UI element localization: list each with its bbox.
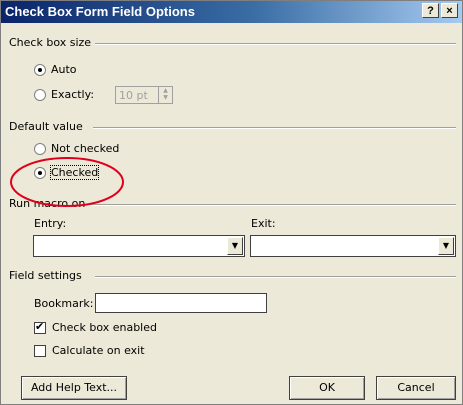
calculate-on-exit-option[interactable]: Calculate on exit — [34, 344, 145, 357]
dropdown-arrow-icon[interactable]: ▼ — [438, 237, 454, 255]
radio-button[interactable] — [34, 142, 46, 155]
checkbox[interactable] — [34, 344, 46, 357]
ok-button[interactable]: OK — [289, 376, 365, 400]
divider — [93, 127, 456, 129]
calculate-on-exit-label: Calculate on exit — [52, 344, 145, 357]
exactly-size-spinner[interactable]: 10 pt ▲ ▼ — [115, 86, 173, 104]
default-value-group-label: Default value — [9, 120, 83, 133]
title-bar: Check Box Form Field Options ? × — [1, 1, 462, 23]
checkbox[interactable] — [34, 320, 46, 334]
close-button[interactable]: × — [441, 3, 458, 18]
arrow-down-icon[interactable]: ▼ — [159, 94, 172, 101]
divider — [95, 43, 456, 45]
radio-button[interactable] — [34, 88, 46, 101]
auto-label: Auto — [51, 63, 77, 76]
dropdown-arrow-icon[interactable]: ▼ — [227, 237, 243, 255]
spinner-arrows[interactable]: ▲ ▼ — [158, 87, 172, 103]
exactly-radio[interactable]: Exactly: — [34, 88, 94, 101]
field-settings-group-label: Field settings — [9, 269, 82, 282]
checked-label: Checked — [49, 165, 100, 180]
not-checked-radio[interactable]: Not checked — [34, 142, 119, 155]
window-title: Check Box Form Field Options — [5, 4, 195, 19]
exactly-label: Exactly: — [51, 88, 95, 101]
exit-label: Exit: — [251, 217, 276, 230]
bookmark-input[interactable] — [95, 293, 267, 313]
not-checked-label: Not checked — [51, 142, 120, 155]
checked-radio[interactable]: Checked — [34, 165, 100, 180]
check-box-enabled-label: Check box enabled — [52, 321, 157, 334]
exit-macro-dropdown[interactable]: ▼ — [250, 235, 456, 257]
add-help-text-button[interactable]: Add Help Text... — [21, 376, 127, 400]
divider — [95, 276, 456, 278]
help-button[interactable]: ? — [422, 3, 439, 18]
radio-button[interactable] — [34, 63, 46, 76]
bookmark-label: Bookmark: — [34, 297, 94, 310]
dialog: Check Box Form Field Options ? × Check b… — [0, 0, 463, 405]
check-box-size-group-label: Check box size — [9, 36, 92, 49]
arrow-up-icon[interactable]: ▲ — [159, 87, 172, 94]
radio-button[interactable] — [34, 166, 46, 179]
entry-label: Entry: — [34, 217, 67, 230]
run-macro-group-label: Run macro on — [9, 197, 86, 210]
check-box-enabled-option[interactable]: Check box enabled — [34, 320, 157, 334]
cancel-button[interactable]: Cancel — [376, 376, 456, 400]
auto-radio[interactable]: Auto — [34, 63, 77, 76]
divider — [91, 204, 456, 206]
entry-macro-dropdown[interactable]: ▼ — [33, 235, 245, 257]
exactly-size-value: 10 pt — [119, 89, 148, 102]
